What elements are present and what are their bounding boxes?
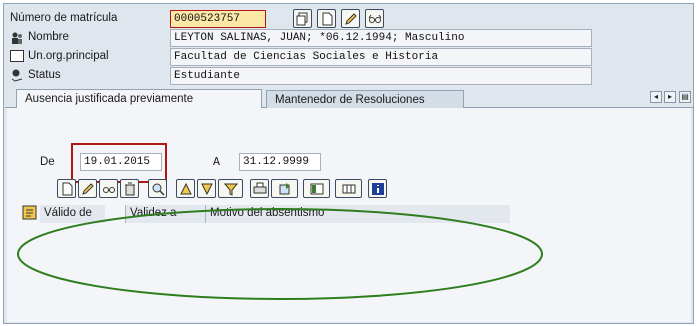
scroll-left-icon[interactable]: ◂ (650, 91, 662, 103)
person-icon (10, 31, 24, 45)
filter-icon[interactable] (218, 179, 243, 198)
create-icon[interactable] (57, 179, 76, 198)
green-annotation-ellipse (17, 208, 543, 300)
export-icon[interactable] (271, 179, 298, 198)
red-annotation-box (71, 143, 167, 183)
unorg-label: Un.org.principal (28, 50, 109, 62)
sort-descending-icon[interactable] (197, 179, 216, 198)
print-icon[interactable] (250, 179, 269, 198)
new-page-icon[interactable] (317, 9, 336, 28)
nombre-field: LEYTON SALINAS, JUAN; *06.12.1994; Mascu… (170, 29, 592, 47)
tab-mantenedor-label: Mantenedor de Resoluciones (275, 94, 425, 106)
matricula-input[interactable]: 0000523757 (170, 10, 266, 28)
layout-icon[interactable] (303, 179, 330, 198)
copy-icon[interactable] (293, 9, 312, 28)
nombre-label: Nombre (28, 31, 69, 43)
a-label: A (213, 156, 220, 169)
display-glasses-icon[interactable] (365, 9, 384, 28)
tab-list-icon[interactable]: ▤ (679, 91, 691, 103)
tab-mantenedor[interactable]: Mantenedor de Resoluciones (266, 90, 464, 109)
status-field: Estudiante (170, 67, 592, 85)
status-icon (10, 68, 24, 82)
sort-ascending-icon[interactable] (176, 179, 195, 198)
status-label: Status (28, 69, 61, 81)
tab-ausencia[interactable]: Ausencia justificada previamente (16, 89, 262, 108)
columns-icon[interactable] (335, 179, 362, 198)
delete-icon[interactable] (120, 179, 139, 198)
matricula-label: Número de matrícula (10, 12, 118, 24)
scroll-right-icon[interactable]: ▸ (664, 91, 676, 103)
details-icon[interactable] (148, 179, 167, 198)
edit-pencil-icon[interactable] (341, 9, 360, 28)
org-unit-icon (10, 50, 24, 62)
tab-ausencia-label: Ausencia justificada previamente (25, 93, 194, 105)
change-icon[interactable] (78, 179, 97, 198)
info-icon[interactable] (368, 179, 387, 198)
display-icon[interactable] (99, 179, 118, 198)
unorg-field: Facultad de Ciencias Sociales e Historia (170, 48, 592, 66)
a-date-input[interactable]: 31.12.9999 (239, 153, 321, 171)
